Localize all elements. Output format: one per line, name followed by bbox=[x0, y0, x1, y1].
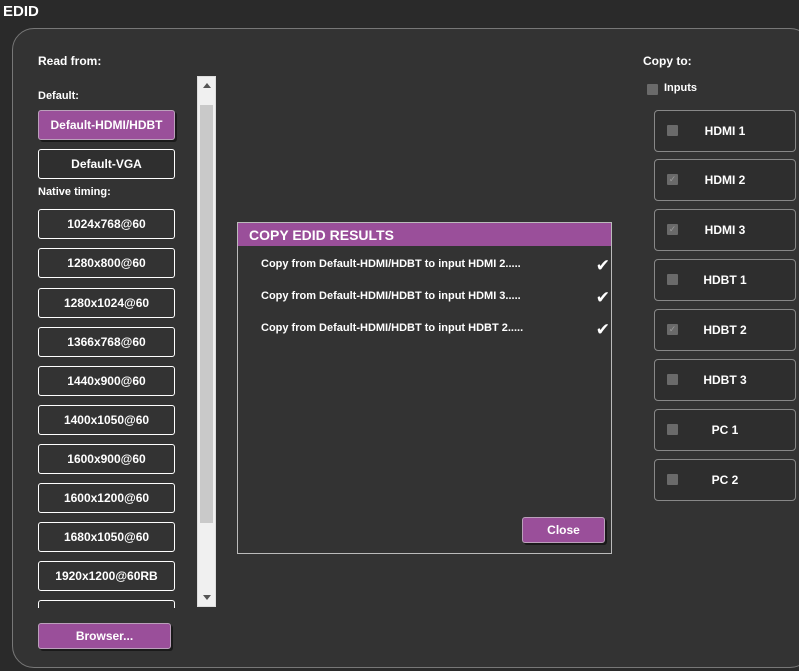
timing-button[interactable]: 1024x768@60 bbox=[38, 209, 175, 239]
default-hdmi-hdbt-button[interactable]: Default-HDMI/HDBT bbox=[38, 110, 175, 140]
result-text: Copy from Default-HDMI/HDBT to input HDM… bbox=[261, 290, 521, 302]
output-label: HDMI 2 bbox=[704, 173, 746, 187]
timing-button-partial[interactable] bbox=[38, 600, 175, 608]
timing-button[interactable]: 1600x1200@60 bbox=[38, 483, 175, 513]
check-icon: ✔ bbox=[595, 320, 610, 339]
output-label: HDMI 1 bbox=[704, 124, 746, 138]
result-row: Copy from Default-HDMI/HDBT to input HDM… bbox=[261, 288, 610, 310]
output-label: HDBT 2 bbox=[703, 323, 747, 337]
output-label: HDBT 3 bbox=[703, 373, 747, 387]
timing-button[interactable]: 1400x1050@60 bbox=[38, 405, 175, 435]
output-hdmi-3[interactable]: ✓ HDMI 3 bbox=[654, 209, 796, 251]
timing-button[interactable]: 1280x800@60 bbox=[38, 248, 175, 278]
checkbox[interactable] bbox=[667, 424, 678, 435]
checkbox-checked[interactable]: ✓ bbox=[667, 174, 678, 185]
output-pc-2[interactable]: PC 2 bbox=[654, 459, 796, 501]
output-pc-1[interactable]: PC 1 bbox=[654, 409, 796, 451]
scroll-up-arrow-icon[interactable] bbox=[203, 83, 211, 88]
output-label: PC 1 bbox=[711, 423, 739, 437]
native-timing-label: Native timing: bbox=[38, 186, 111, 198]
copy-to-label: Copy to: bbox=[643, 54, 692, 68]
checkbox[interactable] bbox=[667, 125, 678, 136]
output-label: PC 2 bbox=[711, 473, 739, 487]
checkbox-checked[interactable]: ✓ bbox=[667, 324, 678, 335]
timing-button[interactable]: 1680x1050@60 bbox=[38, 522, 175, 552]
timing-list-scrollbar[interactable] bbox=[197, 76, 216, 607]
inputs-checkbox[interactable] bbox=[647, 84, 658, 95]
output-hdbt-1[interactable]: HDBT 1 bbox=[654, 259, 796, 301]
checkbox[interactable] bbox=[667, 474, 678, 485]
scroll-down-arrow-icon[interactable] bbox=[203, 595, 211, 600]
output-hdmi-1[interactable]: HDMI 1 bbox=[654, 110, 796, 152]
timing-button[interactable]: 1280x1024@60 bbox=[38, 288, 175, 318]
output-label: HDMI 3 bbox=[704, 223, 746, 237]
scroll-thumb[interactable] bbox=[200, 105, 213, 523]
output-hdmi-2[interactable]: ✓ HDMI 2 bbox=[654, 159, 796, 201]
browser-button[interactable]: Browser... bbox=[38, 623, 171, 649]
timing-button[interactable]: 1366x768@60 bbox=[38, 327, 175, 357]
read-from-label: Read from: bbox=[38, 54, 102, 68]
dialog-title: COPY EDID RESULTS bbox=[238, 223, 611, 246]
checkbox[interactable] bbox=[667, 274, 678, 285]
check-icon: ✔ bbox=[595, 288, 610, 307]
result-text: Copy from Default-HDMI/HDBT to input HDB… bbox=[261, 322, 524, 334]
checkbox[interactable] bbox=[667, 374, 678, 385]
timing-button[interactable]: 1440x900@60 bbox=[38, 366, 175, 396]
timing-button[interactable]: 1920x1200@60RB bbox=[38, 561, 175, 591]
result-row: Copy from Default-HDMI/HDBT to input HDM… bbox=[261, 256, 610, 278]
result-text: Copy from Default-HDMI/HDBT to input HDM… bbox=[261, 258, 521, 270]
page-title: EDID bbox=[3, 3, 39, 20]
check-icon: ✔ bbox=[595, 256, 610, 275]
inputs-label: Inputs bbox=[664, 82, 697, 94]
checkbox-checked[interactable]: ✓ bbox=[667, 224, 678, 235]
output-hdbt-2[interactable]: ✓ HDBT 2 bbox=[654, 309, 796, 351]
result-row: Copy from Default-HDMI/HDBT to input HDB… bbox=[261, 320, 610, 342]
close-button[interactable]: Close bbox=[522, 517, 605, 543]
output-hdbt-3[interactable]: HDBT 3 bbox=[654, 359, 796, 401]
default-vga-button[interactable]: Default-VGA bbox=[38, 149, 175, 179]
timing-button[interactable]: 1600x900@60 bbox=[38, 444, 175, 474]
default-label: Default: bbox=[38, 90, 79, 102]
copy-edid-results-dialog: COPY EDID RESULTS Copy from Default-HDMI… bbox=[237, 222, 612, 554]
output-label: HDBT 1 bbox=[703, 273, 747, 287]
